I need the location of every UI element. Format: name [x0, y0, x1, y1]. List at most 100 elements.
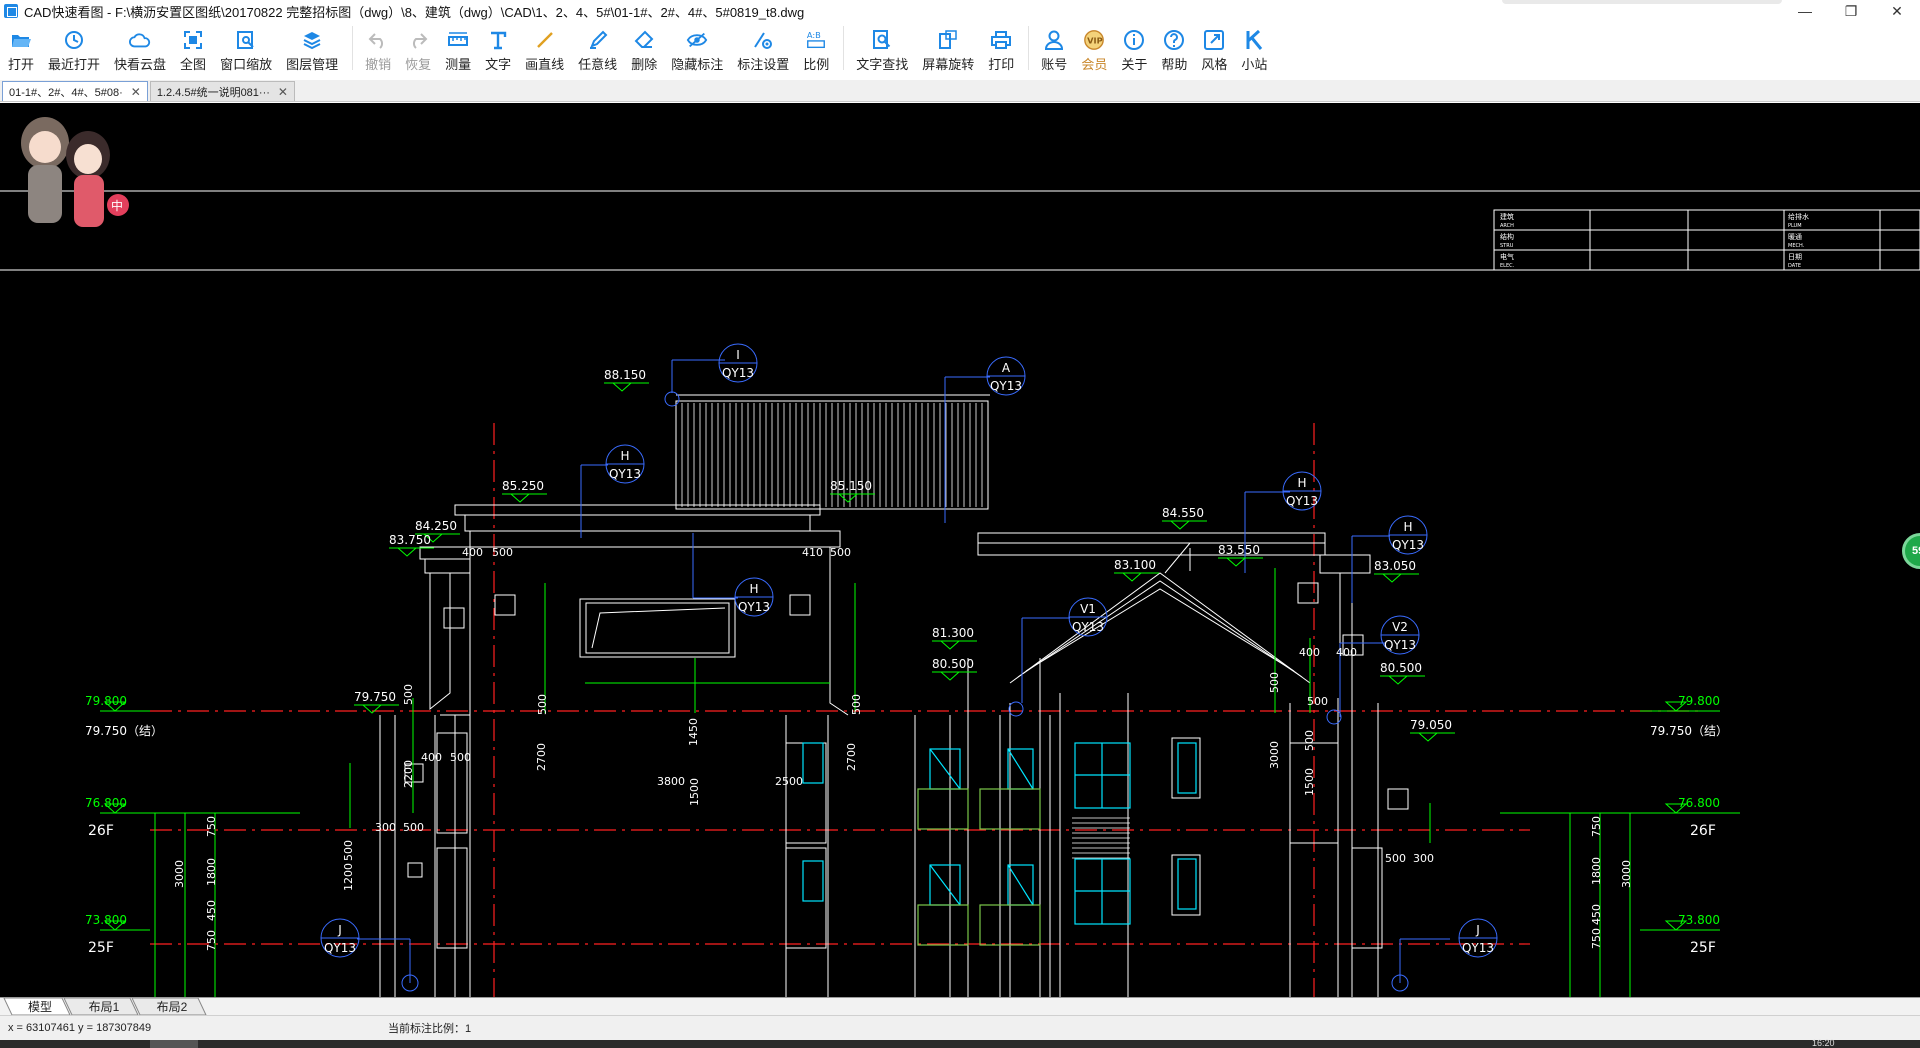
elevation-label: 79.050: [1410, 718, 1452, 732]
measure-button[interactable]: 测量: [445, 22, 471, 74]
close-tab-icon[interactable]: ✕: [131, 85, 141, 99]
layout-tab-model[interactable]: 模型: [14, 998, 66, 1015]
callout-ref: QY13: [1462, 941, 1494, 955]
title-block-label-en: ARCH: [1500, 223, 1514, 229]
elevation-marker: [354, 704, 399, 714]
history-icon: [63, 29, 85, 51]
open-button[interactable]: 打开: [8, 22, 34, 74]
title-block: [1493, 209, 1920, 271]
layout-tab-1[interactable]: 布局1: [74, 998, 134, 1015]
rotate-icon: [937, 29, 959, 51]
callout-ref: QY13: [324, 941, 356, 955]
account-button[interactable]: 账号: [1041, 22, 1067, 74]
find-text-icon: [871, 29, 893, 51]
elevation-label: 84.250: [415, 519, 457, 533]
minimize-button[interactable]: —: [1782, 0, 1828, 22]
dimension-text: 1450: [687, 718, 700, 746]
vip-button[interactable]: VIP 会员: [1081, 22, 1107, 74]
dimension-text: 1200: [342, 863, 355, 891]
floor-label: 26F: [88, 823, 114, 839]
find-text-button[interactable]: 文字查找: [856, 22, 908, 74]
elevation-label: 83.550: [1218, 543, 1260, 557]
help-button[interactable]: 帮助: [1161, 22, 1187, 74]
ruler-icon: [447, 29, 469, 51]
dimension-text: 3000: [1268, 741, 1281, 769]
dimension-text: 1800: [1590, 857, 1603, 885]
level-value: 79.800: [1678, 694, 1720, 708]
dimension-text: 500: [450, 751, 471, 764]
recent-files-button[interactable]: 最近打开: [48, 22, 100, 74]
folder-open-icon: [10, 29, 32, 51]
elevation-label: 83.750: [389, 533, 431, 547]
dimension-text: 500: [403, 821, 424, 834]
draw-line-button[interactable]: 画直线: [525, 22, 564, 74]
callout-id: H: [1403, 520, 1412, 534]
rotate-screen-button[interactable]: 屏幕旋转: [922, 22, 974, 74]
window-title: CAD快速看图 - F:\横沥安置区图纸\20170822 完整招标图（dwg）…: [24, 4, 805, 20]
scale-button[interactable]: A:B 比例: [803, 22, 829, 74]
dimension-text: 2200: [402, 760, 415, 788]
dimension-text: 500: [492, 546, 513, 559]
hide-dimensions-button[interactable]: 隐藏标注: [671, 22, 723, 74]
maximize-button[interactable]: ❐: [1828, 0, 1874, 22]
dimension-text: 2700: [845, 743, 858, 771]
elevation-marker: [1218, 557, 1263, 567]
callout-ref: QY13: [722, 366, 754, 380]
dimension-text: 2500: [775, 775, 803, 788]
style-button[interactable]: 风格: [1201, 22, 1227, 74]
mascot-image[interactable]: 中: [0, 103, 130, 243]
dimension-text: 750: [205, 816, 218, 837]
zoom-extents-button[interactable]: 全图: [180, 22, 206, 74]
undo-button[interactable]: 撤销: [365, 22, 391, 74]
title-block-label: 建筑: [1500, 212, 1514, 221]
elevation-marker: [389, 547, 434, 557]
callout-id: I: [736, 348, 740, 362]
freehand-button[interactable]: 任意线: [578, 22, 617, 74]
toolbar-divider: [843, 26, 845, 70]
window-zoom-button[interactable]: 窗口缩放: [220, 22, 272, 74]
floor-label: 25F: [1690, 940, 1716, 956]
window-controls: — ❐ ✕: [1782, 0, 1920, 22]
dimension-text: 2700: [535, 743, 548, 771]
layer-manager-button[interactable]: 图层管理: [286, 22, 338, 74]
text-tool-button[interactable]: 文字: [485, 22, 511, 74]
cloud-drive-button[interactable]: 快看云盘: [114, 22, 166, 74]
tab-label: 01-1#、2#、4#、5#08·: [9, 86, 123, 99]
dimension-text: 500: [830, 546, 851, 559]
elevation-marker: [502, 493, 547, 503]
mini-site-button[interactable]: 小站: [1241, 22, 1267, 74]
callout-id: H: [620, 449, 629, 463]
layout-tab-2[interactable]: 布局2: [142, 998, 202, 1015]
elevation-label: 84.550: [1162, 506, 1204, 520]
toolbar-divider: [1028, 26, 1030, 70]
info-icon: [1123, 29, 1145, 51]
redo-button[interactable]: 恢复: [405, 22, 431, 74]
elevation-marker: [1374, 573, 1419, 583]
close-tab-icon[interactable]: ✕: [278, 85, 288, 99]
dimension-text: 450: [205, 900, 218, 921]
svg-text:中: 中: [111, 198, 123, 213]
document-tab[interactable]: 1.2.4.5#统一说明081··· ✕: [149, 81, 295, 101]
ratio-icon: A:B: [805, 29, 827, 51]
close-window-button[interactable]: ✕: [1874, 0, 1920, 22]
erase-button[interactable]: 删除: [631, 22, 657, 74]
dimension-text: 410: [802, 546, 823, 559]
toolbar-divider: [352, 26, 354, 70]
elevation-label: 88.150: [604, 368, 646, 382]
about-button[interactable]: 关于: [1121, 22, 1147, 74]
dimension-text: 750: [1590, 816, 1603, 837]
tab-label: 1.2.4.5#统一说明081···: [156, 86, 270, 99]
callout-ref: QY13: [609, 467, 641, 481]
elevation-label: 81.300: [932, 626, 974, 640]
drawing-canvas[interactable]: 建筑 ARCH 结构 STRU 电气 ELEC. 给排水 PLUM 暖通 MECH. 日期 DATE: [0, 103, 1920, 997]
title-block-label: 暖通: [1788, 232, 1802, 241]
level-value: 76.800: [1678, 796, 1720, 810]
document-tab-active[interactable]: 01-1#、2#、4#、5#08· ✕: [2, 81, 148, 101]
level-sub: 79.750（结）: [1650, 724, 1728, 738]
dimension-text: 400: [421, 751, 442, 764]
app-logo-icon: [4, 4, 18, 18]
print-button[interactable]: 打印: [988, 22, 1014, 74]
callout-id: V1: [1080, 602, 1096, 616]
dimension-settings-button[interactable]: 标注设置: [737, 22, 789, 74]
dimension-text: 500: [1307, 695, 1328, 708]
